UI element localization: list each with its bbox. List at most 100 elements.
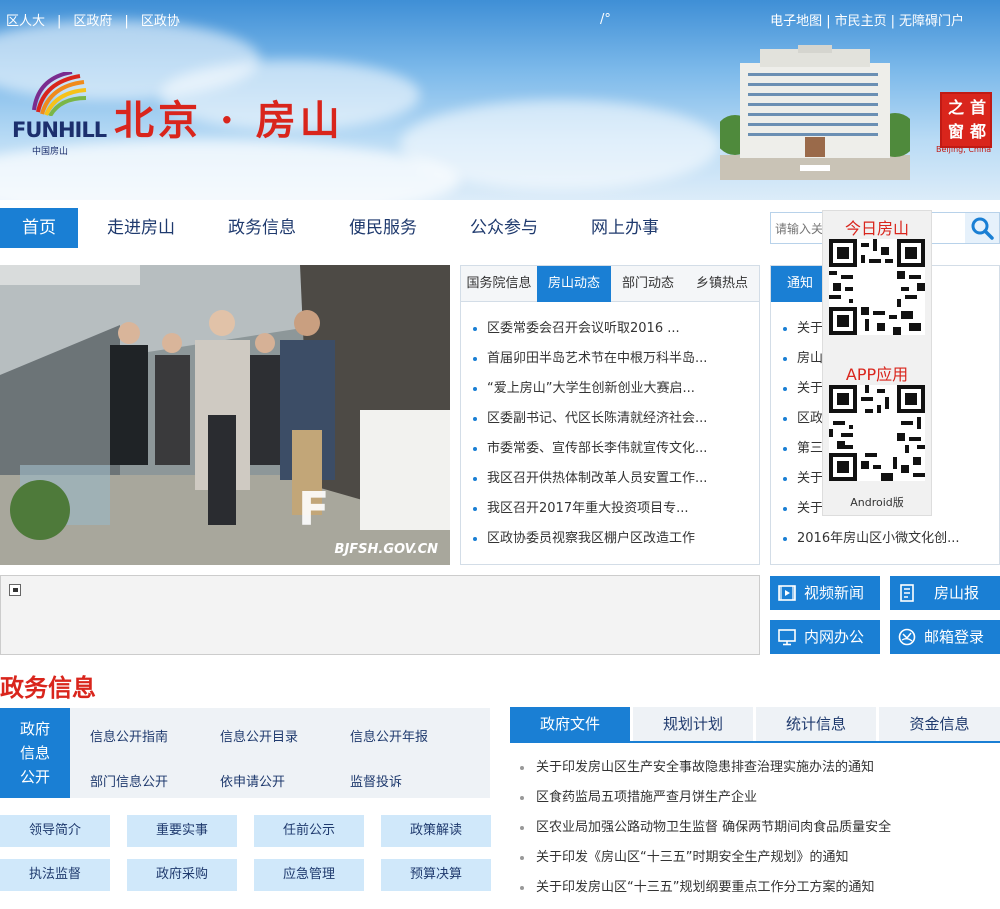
news-item[interactable]: 我区召开2017年重大投资项目专... [471, 498, 751, 528]
mail-login-button[interactable]: 邮箱登录 [890, 620, 1000, 654]
doc-item[interactable]: 关于印发房山区生产安全事故隐患排查治理实施办法的通知 [520, 756, 1000, 786]
nav-item-participation[interactable]: 公众参与 [470, 208, 538, 248]
scrolling-ticker [0, 575, 760, 655]
notice-item[interactable]: 2016年房山区小微文化创... [781, 528, 991, 558]
news-item[interactable]: “爱上房山”大学生创新创业大赛启... [471, 378, 751, 408]
tab-fangshan-news[interactable]: 房山动态 [537, 266, 611, 302]
capital-window-stamp[interactable]: 之 首 窗 都 [940, 92, 992, 148]
intranet-office-button[interactable]: 内网办公 [770, 620, 880, 654]
news-list: 区委常委会召开会议听取2016 ... 首届卯田半岛艺术节在中根万科半岛... … [471, 318, 751, 558]
newspaper-icon [900, 584, 914, 602]
top-links: 区人大 | 区政府 | 区政协 [6, 10, 180, 29]
link-disclosure-guide[interactable]: 信息公开指南 [90, 726, 168, 745]
video-news-button[interactable]: 视频新闻 [770, 576, 880, 610]
search-button[interactable] [965, 213, 999, 243]
nav-item-gov-info[interactable]: 政务信息 [228, 208, 296, 248]
qr-code-float: 今日房山 APP应用 Android版 [822, 210, 932, 516]
funhill-logo[interactable]: FUNHILL 中国房山 [12, 72, 107, 157]
ticker-icon[interactable] [9, 584, 21, 596]
news-item[interactable]: 区委副书记、代区长陈清就经济社会... [471, 408, 751, 438]
link-disclosure-annual-report[interactable]: 信息公开年报 [350, 726, 428, 745]
news-tabs: 国务院信息 房山动态 部门动态 乡镇热点 [461, 266, 759, 302]
gov-disclosure-label[interactable]: 政府 信息 公开 [0, 708, 70, 798]
budget-final-accounts-button[interactable]: 预算决算 [381, 859, 491, 891]
tab-funding[interactable]: 资金信息 [879, 707, 1000, 741]
top-link-people-congress[interactable]: 区人大 [6, 14, 45, 29]
intranet-office-label: 内网办公 [804, 628, 865, 646]
nav-item-home[interactable]: 首页 [0, 208, 78, 248]
site-title: 北京 · 房山 [114, 97, 344, 144]
doc-item[interactable]: 关于印发《房山区“十三五”时期安全生产规划》的通知 [520, 846, 1000, 876]
tab-notice[interactable]: 通知 [771, 266, 829, 302]
gov-disclosure-box: 政府 信息 公开 信息公开指南 信息公开目录 信息公开年报 部门信息公开 依申请… [0, 708, 490, 798]
qr-title-today-fangshan: 今日房山 [844, 219, 909, 238]
stamp-char: 窗 [947, 122, 964, 141]
fangshan-paper-button[interactable]: 房山报 [890, 576, 1000, 610]
search-icon [971, 217, 994, 240]
qr-code-icon [829, 239, 925, 335]
link-department-disclosure[interactable]: 部门信息公开 [90, 771, 168, 790]
doc-item[interactable]: 区食药监局五项措施严查月饼生产企业 [520, 786, 1000, 816]
separator: | [57, 14, 62, 29]
tab-department-news[interactable]: 部门动态 [611, 266, 685, 302]
appointment-notice-button[interactable]: 任前公示 [254, 815, 364, 847]
policy-interpretation-button[interactable]: 政策解读 [381, 815, 491, 847]
separator: | [826, 14, 831, 29]
important-matters-button[interactable]: 重要实事 [127, 815, 237, 847]
leader-intro-button[interactable]: 领导简介 [0, 815, 110, 847]
tab-town-hotspots[interactable]: 乡镇热点 [685, 266, 759, 302]
headline-photo[interactable]: F BJFSH.GOV.CN [0, 265, 450, 565]
monitor-icon [778, 629, 796, 646]
news-item[interactable]: 区政协委员视察我区棚户区改造工作 [471, 528, 751, 558]
section-title-gov-info: 政务信息 [0, 674, 96, 702]
top-link-cppcc[interactable]: 区政协 [141, 14, 180, 29]
doc-item[interactable]: 关于印发房山区“十三五”规划纲要重点工作分工方案的通知 [520, 876, 1000, 906]
separator: | [890, 14, 895, 29]
news-item[interactable]: 市委常委、宣传部长李伟就宣传文化... [471, 438, 751, 468]
law-enforcement-button[interactable]: 执法监督 [0, 859, 110, 891]
photo-scene: F [0, 265, 450, 565]
link-supervision-complaint[interactable]: 监督投诉 [350, 771, 402, 790]
stamp-char: 首 [969, 98, 986, 117]
main-nav: 首页 走进房山 政务信息 便民服务 公众参与 网上办事 [0, 208, 770, 248]
logo-wordmark: FUNHILL [12, 118, 107, 142]
news-panel: 国务院信息 房山动态 部门动态 乡镇热点 区委常委会召开会议听取2016 ...… [460, 265, 760, 565]
nav-item-about[interactable]: 走进房山 [107, 208, 175, 248]
gov-label-line: 信息 [19, 744, 50, 762]
video-icon [778, 585, 796, 601]
news-item[interactable]: 首届卯田半岛艺术节在中根万科半岛... [471, 348, 751, 378]
docs-tabs: 政府文件 规划计划 统计信息 资金信息 [510, 707, 1000, 743]
news-item[interactable]: 我区召开供热体制改革人员安置工作... [471, 468, 751, 498]
right-links: 电子地图 | 市民主页 | 无障碍门户 [770, 10, 964, 29]
link-citizen-home[interactable]: 市民主页 [835, 14, 887, 29]
link-electronic-map[interactable]: 电子地图 [770, 14, 822, 29]
nav-item-services[interactable]: 便民服务 [349, 208, 417, 248]
link-request-disclosure[interactable]: 依申请公开 [220, 771, 285, 790]
mail-login-label: 邮箱登录 [924, 628, 985, 646]
fangshan-paper-label: 房山报 [934, 584, 980, 602]
tab-planning[interactable]: 规划计划 [633, 707, 753, 741]
qr-code-today-fangshan[interactable] [829, 239, 925, 335]
nav-item-online-affairs[interactable]: 网上办事 [591, 208, 659, 248]
government-building-image [720, 45, 910, 180]
stamp-caption: Beijing, China [936, 145, 992, 154]
qr-code-app[interactable] [829, 385, 925, 481]
tab-statistics[interactable]: 统计信息 [756, 707, 876, 741]
photo-logo-mark: F [298, 482, 329, 536]
top-link-government[interactable]: 区政府 [73, 14, 112, 29]
link-accessibility[interactable]: 无障碍门户 [899, 14, 964, 29]
tab-state-council[interactable]: 国务院信息 [461, 266, 537, 302]
news-item[interactable]: 区委常委会召开会议听取2016 ... [471, 318, 751, 348]
stamp-char: 之 [947, 98, 964, 117]
tab-gov-documents[interactable]: 政府文件 [510, 707, 630, 741]
qr-title-app: APP应用 [845, 365, 909, 384]
video-news-label: 视频新闻 [804, 584, 865, 602]
gov-label-line: 政府 [19, 720, 50, 738]
gov-procurement-button[interactable]: 政府采购 [127, 859, 237, 891]
mail-globe-icon [898, 628, 916, 646]
link-disclosure-catalog[interactable]: 信息公开目录 [220, 726, 298, 745]
doc-item[interactable]: 区农业局加强公路动物卫生监督 确保两节期间肉食品质量安全 [520, 816, 1000, 846]
site-header: 区人大 | 区政府 | 区政协 /° 电子地图 | 市民主页 | 无障碍门户 FUNHILL 中… [0, 0, 1000, 200]
photo-watermark: BJFSH.GOV.CN [334, 542, 438, 557]
emergency-management-button[interactable]: 应急管理 [254, 859, 364, 891]
